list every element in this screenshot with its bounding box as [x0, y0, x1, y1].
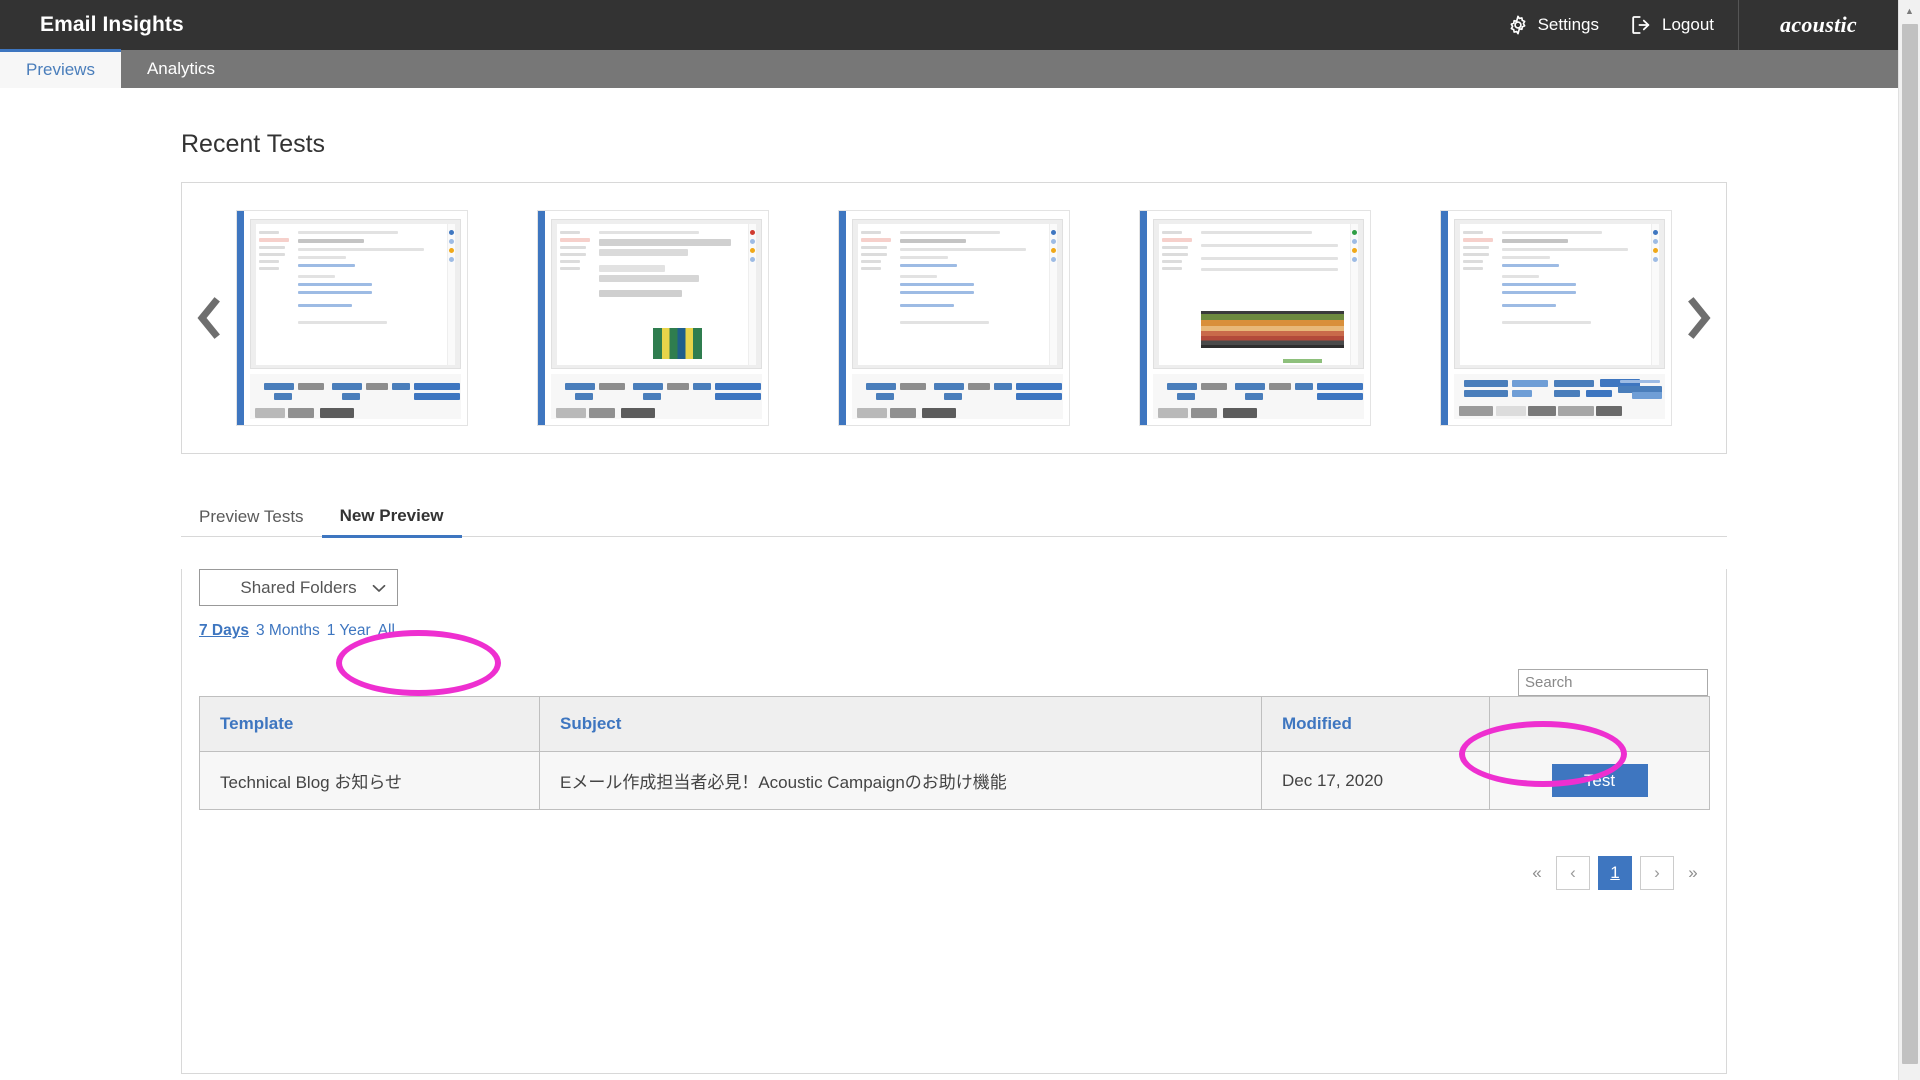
settings-button[interactable]: Settings [1491, 0, 1615, 50]
main-content: Recent Tests Preview Tests New Preview S… [0, 130, 1898, 1074]
carousel-track [234, 183, 1674, 453]
thumbnail-accent-bar [1441, 211, 1448, 425]
thumbnail-email-screenshot [852, 219, 1063, 369]
scrollbar-thumb[interactable] [1902, 24, 1918, 1064]
app-header: Email Insights Settings Logout acoustic [0, 0, 1898, 50]
preview-subtabs: Preview Tests New Preview [181, 494, 1727, 538]
carousel-next-button[interactable] [1674, 296, 1726, 340]
thumbnail-email-screenshot [1454, 219, 1665, 369]
thumbnail-accent-bar [839, 211, 846, 425]
thumbnail-email-screenshot [551, 219, 762, 369]
recent-test-thumbnail-1[interactable] [236, 210, 468, 426]
thumbnail-accent-bar [538, 211, 545, 425]
new-preview-panel: Shared Folders 7 Days 3 Months 1 Year Al… [181, 569, 1727, 1074]
recent-test-thumbnail-3[interactable] [838, 210, 1070, 426]
thumbnail-caption [1153, 374, 1364, 419]
filter-3-months[interactable]: 3 Months [256, 622, 320, 640]
test-button[interactable]: Test [1551, 764, 1648, 797]
logout-icon [1631, 15, 1653, 35]
column-header-action [1489, 696, 1710, 752]
recent-test-thumbnail-5[interactable] [1440, 210, 1672, 426]
brand-logo-container: acoustic [1738, 0, 1898, 50]
browser-viewport: Email Insights Settings Logout acoustic … [0, 0, 1898, 1080]
page-scrollbar[interactable]: ▲ [1898, 0, 1920, 1080]
thumbnail-accent-bar [237, 211, 244, 425]
chevron-left-icon [193, 296, 223, 340]
cell-template: Technical Blog お知らせ [199, 751, 540, 810]
cell-subject: Eメール作成担当者必見！Acoustic Campaignのお助け機能 [539, 751, 1262, 810]
pagination: « ‹ 1 › » [1526, 856, 1704, 890]
pagination-last[interactable]: » [1682, 856, 1704, 890]
column-header-modified[interactable]: Modified [1261, 696, 1490, 752]
tab-previews-label: Previews [26, 60, 95, 79]
recent-tests-carousel [181, 182, 1727, 454]
subtab-preview-tests-label: Preview Tests [199, 507, 304, 526]
chevron-right-icon [1685, 296, 1715, 340]
subtab-new-preview-label: New Preview [339, 506, 444, 525]
scrollbar-up-arrow[interactable]: ▲ [1899, 0, 1920, 22]
table-header-row: Template Subject Modified [199, 696, 1710, 752]
pagination-first[interactable]: « [1526, 856, 1548, 890]
tab-analytics-label: Analytics [146, 59, 215, 78]
logout-label: Logout [1662, 15, 1714, 34]
thumbnail-caption [250, 374, 461, 419]
page-title: Recent Tests [181, 130, 326, 158]
subtab-preview-tests[interactable]: Preview Tests [181, 501, 322, 536]
subtab-new-preview[interactable]: New Preview [321, 500, 462, 538]
thumbnail-caption [551, 374, 762, 419]
pagination-page-1[interactable]: 1 [1598, 856, 1632, 890]
acoustic-logo: acoustic [1780, 12, 1857, 37]
tests-table: Template Subject Modified Technical Blog… [199, 696, 1710, 810]
filter-7-days[interactable]: 7 Days [199, 622, 249, 640]
chevron-down-icon [372, 578, 386, 598]
pagination-prev[interactable]: ‹ [1556, 856, 1590, 890]
thumbnail-email-screenshot [250, 219, 461, 369]
thumbnail-accent-bar [1140, 211, 1147, 425]
filter-all[interactable]: All [378, 622, 395, 640]
settings-label: Settings [1537, 15, 1599, 34]
app-title: Email Insights [40, 13, 184, 36]
tab-previews[interactable]: Previews [0, 49, 121, 88]
thumbnail-email-screenshot [1153, 219, 1364, 369]
header-actions: Settings Logout acoustic [1491, 0, 1898, 50]
date-range-filters: 7 Days 3 Months 1 Year All [199, 622, 1726, 640]
logout-button[interactable]: Logout [1615, 0, 1730, 50]
main-nav-tabs: Previews Analytics [0, 49, 1898, 88]
column-header-template[interactable]: Template [199, 696, 540, 752]
cell-action: Test [1489, 751, 1710, 810]
pagination-next[interactable]: › [1640, 856, 1674, 890]
thumbnail-caption [1454, 374, 1665, 419]
carousel-prev-button[interactable] [182, 296, 234, 340]
gear-icon [1507, 14, 1529, 36]
tab-analytics[interactable]: Analytics [121, 50, 241, 88]
filter-1-year[interactable]: 1 Year [327, 622, 371, 640]
cell-modified: Dec 17, 2020 [1261, 751, 1490, 810]
search-input[interactable] [1518, 669, 1708, 696]
recent-test-thumbnail-2[interactable] [537, 210, 769, 426]
recent-test-thumbnail-4[interactable] [1139, 210, 1371, 426]
folder-select[interactable]: Shared Folders [199, 569, 398, 606]
thumbnail-caption [852, 374, 1063, 419]
column-header-subject[interactable]: Subject [539, 696, 1262, 752]
table-row: Technical Blog お知らせ Eメール作成担当者必見！Acoustic… [199, 751, 1710, 810]
folder-select-value: Shared Folders [240, 577, 357, 597]
